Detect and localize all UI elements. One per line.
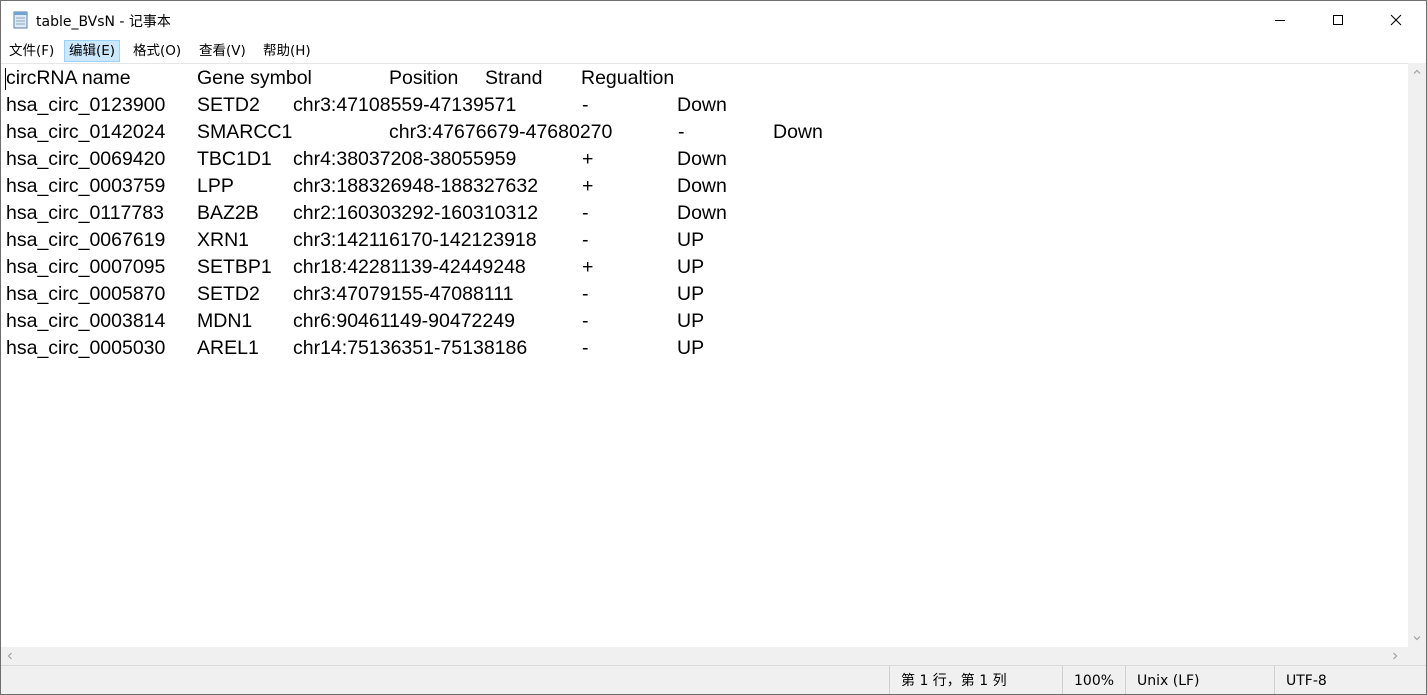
menu-file[interactable]: 文件(F) — [5, 40, 58, 62]
title-bar[interactable]: table_BVsN - 记事本 — [1, 1, 1426, 39]
text-line: hsa_circ_0005030 AREL1 chr14:75136351-75… — [1, 335, 1401, 362]
gene-symbol: SETBP1 — [197, 256, 272, 278]
regulation: UP — [677, 283, 705, 305]
chevron-right-icon — [1393, 652, 1398, 660]
strand: - — [582, 94, 589, 116]
regulation: Down — [677, 202, 727, 224]
window-title: table_BVsN - 记事本 — [36, 14, 171, 30]
circrna-name: hsa_circ_0005030 — [6, 337, 166, 359]
strand: + — [582, 256, 594, 278]
text-line: hsa_circ_0007095 SETBP1 chr18:42281139-4… — [1, 254, 1401, 281]
position: chr3:47079155-47088111 — [293, 283, 514, 305]
regulation: Down — [773, 121, 823, 143]
gene-symbol: AREL1 — [197, 337, 259, 359]
regulation: UP — [677, 256, 705, 278]
menu-edit[interactable]: 编辑(E) — [64, 40, 121, 62]
header-line: circRNA name Gene symbol Position Strand… — [1, 65, 1401, 92]
header-circrna-name: circRNA name — [6, 67, 131, 89]
position: chr3:142116170-142123918 — [293, 229, 537, 251]
gene-symbol: BAZ2B — [197, 202, 259, 224]
header-regulation: Regualtion — [581, 67, 675, 89]
text-line: hsa_circ_0123900 SETD2 chr3:47108559-471… — [1, 92, 1401, 119]
position: chr3:47676679-47680270 — [389, 121, 613, 143]
circrna-name: hsa_circ_0005870 — [6, 283, 166, 305]
status-line-ending: Unix (LF) — [1125, 666, 1274, 694]
menu-help[interactable]: 帮助(H) — [259, 40, 315, 62]
regulation: UP — [677, 229, 705, 251]
position: chr6:90461149-90472249 — [293, 310, 515, 332]
header-strand: Strand — [485, 67, 543, 89]
position: chr14:75136351-75138186 — [293, 337, 528, 359]
regulation: UP — [677, 310, 705, 332]
strand: - — [582, 283, 589, 305]
circrna-name: hsa_circ_0142024 — [6, 121, 166, 143]
circrna-name: hsa_circ_0007095 — [6, 256, 166, 278]
scrollbar-corner — [1408, 647, 1426, 665]
scroll-right-button[interactable] — [1386, 647, 1404, 665]
text-line: hsa_circ_0003814 MDN1 chr6:90461149-9047… — [1, 308, 1401, 335]
text-editor[interactable]: circRNA name Gene symbol Position Strand… — [1, 63, 1408, 648]
gene-symbol: MDN1 — [197, 310, 253, 332]
minimize-icon — [1275, 20, 1285, 21]
notepad-window: table_BVsN - 记事本 文件(F) 编辑(E) 格式(O) 查看(V)… — [0, 0, 1427, 695]
text-line: hsa_circ_0067619 XRN1 chr3:142116170-142… — [1, 227, 1401, 254]
strand: - — [582, 202, 589, 224]
gene-symbol: TBC1D1 — [197, 148, 272, 170]
chevron-down-icon — [1413, 636, 1421, 641]
position: chr2:160303292-160310312 — [293, 202, 539, 224]
gene-symbol: XRN1 — [197, 229, 250, 251]
circrna-name: hsa_circ_0117783 — [6, 202, 164, 224]
status-bar: 第 1 行，第 1 列 100% Unix (LF) UTF-8 — [1, 665, 1426, 694]
gene-symbol: SMARCC1 — [197, 121, 293, 143]
scroll-left-button[interactable] — [1, 647, 19, 665]
position: chr18:42281139-42449248 — [293, 256, 526, 278]
strand: - — [678, 121, 685, 143]
regulation: Down — [677, 94, 727, 116]
header-gene-symbol: Gene symbol — [197, 67, 312, 89]
minimize-button[interactable] — [1251, 1, 1309, 39]
scroll-down-button[interactable] — [1408, 629, 1426, 647]
strand: + — [582, 148, 594, 170]
menu-format[interactable]: 格式(O) — [129, 40, 185, 62]
status-encoding: UTF-8 — [1274, 666, 1426, 694]
text-line: hsa_circ_0117783 BAZ2B chr2:160303292-16… — [1, 200, 1401, 227]
chevron-up-icon — [1413, 69, 1421, 74]
menu-view[interactable]: 查看(V) — [195, 40, 250, 62]
circrna-name: hsa_circ_0123900 — [6, 94, 166, 116]
position: chr3:47108559-47139571 — [293, 94, 517, 116]
circrna-name: hsa_circ_0003814 — [6, 310, 166, 332]
scroll-up-button[interactable] — [1408, 63, 1426, 81]
strand: + — [582, 175, 594, 197]
maximize-button[interactable] — [1309, 1, 1367, 39]
strand: - — [582, 310, 589, 332]
gene-symbol: SETD2 — [197, 283, 260, 305]
status-cursor-position: 第 1 行，第 1 列 — [889, 666, 1062, 694]
menu-bar: 文件(F) 编辑(E) 格式(O) 查看(V) 帮助(H) — [1, 39, 1426, 63]
text-line: hsa_circ_0003759 LPP chr3:188326948-1883… — [1, 173, 1401, 200]
horizontal-scrollbar[interactable] — [1, 647, 1408, 665]
strand: - — [582, 337, 589, 359]
header-position: Position — [389, 67, 459, 89]
gene-symbol: SETD2 — [197, 94, 260, 116]
close-button[interactable] — [1367, 1, 1425, 39]
regulation: UP — [677, 337, 705, 359]
close-icon — [1390, 14, 1402, 26]
regulation: Down — [677, 148, 727, 170]
chevron-left-icon — [7, 652, 12, 660]
circrna-name: hsa_circ_0069420 — [6, 148, 166, 170]
text-line: hsa_circ_0005870 SETD2 chr3:47079155-470… — [1, 281, 1401, 308]
status-zoom: 100% — [1062, 666, 1125, 694]
position: chr4:38037208-38055959 — [293, 148, 517, 170]
notepad-icon — [12, 10, 30, 30]
circrna-name: hsa_circ_0067619 — [6, 229, 166, 251]
strand: - — [582, 229, 589, 251]
regulation: Down — [677, 175, 727, 197]
text-line: hsa_circ_0142024 SMARCC1 chr3:47676679-4… — [1, 119, 1401, 146]
position: chr3:188326948-188327632 — [293, 175, 539, 197]
vertical-scrollbar[interactable] — [1408, 63, 1426, 647]
text-line: hsa_circ_0069420 TBC1D1 chr4:38037208-38… — [1, 146, 1401, 173]
circrna-name: hsa_circ_0003759 — [6, 175, 166, 197]
maximize-icon — [1333, 15, 1343, 25]
gene-symbol: LPP — [197, 175, 234, 197]
